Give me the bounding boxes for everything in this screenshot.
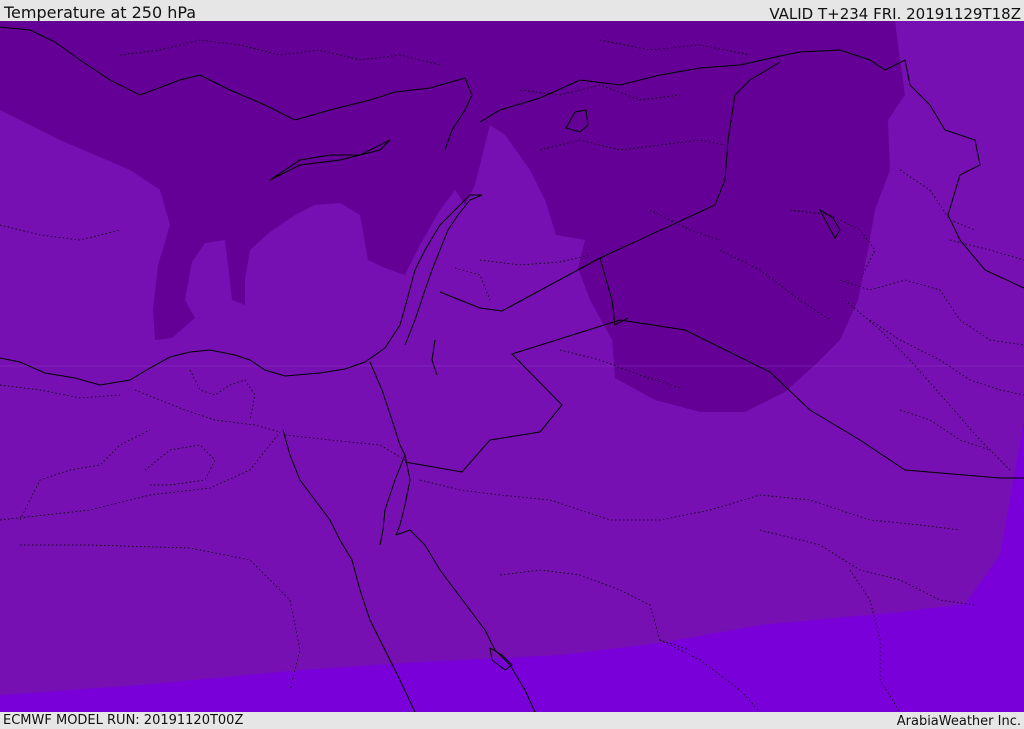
- footer-bar: ECMWF MODEL RUN: 20191120T00Z ArabiaWeat…: [0, 712, 1024, 729]
- header-bar: Temperature at 250 hPa VALID T+234 FRI. …: [0, 0, 1024, 23]
- temperature-map: [0, 21, 1024, 712]
- credit-label: ArabiaWeather Inc.: [896, 714, 1021, 729]
- map-title: Temperature at 250 hPa: [4, 3, 197, 22]
- model-run-label: ECMWF MODEL RUN: 20191120T00Z: [3, 713, 244, 728]
